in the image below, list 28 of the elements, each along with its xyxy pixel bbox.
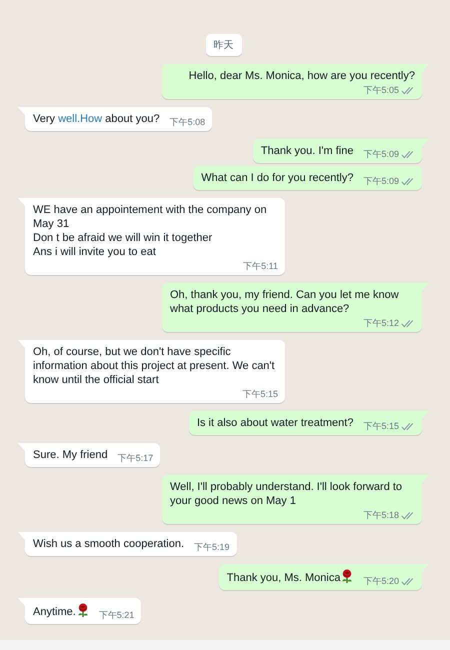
- message-text: Is it also about water treatment?: [196, 416, 354, 430]
- message-text: Hello, dear Ms. Monica, how are you recently?: [188, 69, 415, 83]
- timestamp: 下午5:15: [363, 421, 399, 432]
- timestamp: 下午5:12: [363, 318, 399, 329]
- message-text: Sure. My friend: [33, 448, 108, 462]
- timestamp: 下午5:11: [243, 261, 278, 272]
- message-text: Oh, thank you, my friend. Can you let me know what products you need in advance?: [170, 288, 400, 316]
- message-text: Oh, of course, but we don't have specific information about this project at present. We can't know until the official start: [33, 345, 276, 387]
- message-text: Thank you, Ms. Monica: [226, 569, 354, 585]
- message-text: Anytime.: [33, 603, 89, 619]
- timestamp: 下午5:09: [363, 176, 399, 187]
- timestamp: 下午5:05: [363, 85, 399, 96]
- message-text: Wish us a smooth cooperation.: [33, 537, 184, 551]
- message-text: Thank you. I'm fine: [260, 144, 354, 158]
- timestamp: 下午5:08: [170, 117, 206, 128]
- message-text: WE have an appointement with the company on May 31 Don t be afraid we will win it together Ans i will invite you to eat: [33, 203, 268, 259]
- message-text: Very well.How about you?: [33, 112, 160, 126]
- message-text: Well, I'll probably understand. I'll look forward to your good news on May 1: [170, 480, 404, 508]
- timestamp: 下午5:21: [98, 610, 134, 621]
- timestamp: 下午5:17: [118, 453, 154, 464]
- link[interactable]: well.How: [58, 113, 102, 125]
- timestamp: 下午5:18: [363, 510, 399, 521]
- date-label: 昨天: [206, 34, 242, 56]
- message-text: What can I do for you recently?: [201, 171, 354, 185]
- timestamp: 下午5:15: [242, 389, 278, 400]
- timestamp: 下午5:09: [363, 149, 399, 160]
- timestamp: 下午5:20: [363, 576, 399, 587]
- timestamp: 下午5:19: [194, 542, 230, 553]
